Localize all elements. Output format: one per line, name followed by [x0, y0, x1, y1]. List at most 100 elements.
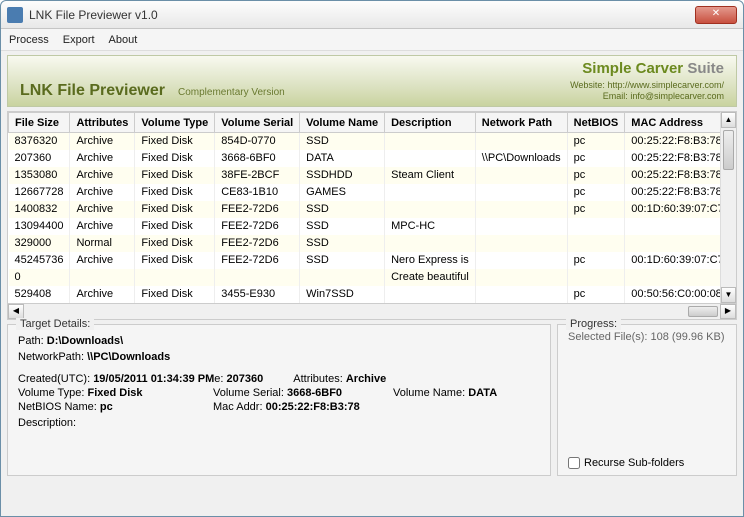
- cell-fs: 13094400: [9, 218, 70, 235]
- cell-np: [475, 167, 567, 184]
- cell-ma: 00:25:22:F8:B3:78: [625, 133, 720, 150]
- col-attributes[interactable]: Attributes: [70, 113, 135, 133]
- col-file-size[interactable]: File Size: [9, 113, 70, 133]
- cell-vs: 3668-6BF0: [215, 150, 300, 167]
- cell-de: MPC-HC: [385, 218, 476, 235]
- table-row[interactable]: 13094400ArchiveFixed DiskFEE2-72D6SSDMPC…: [9, 218, 721, 235]
- progress-legend: Progress:: [566, 318, 621, 330]
- cell-ma: 00:25:22:F8:B3:78: [625, 150, 720, 167]
- cell-fs: 12667728: [9, 184, 70, 201]
- cell-vn: SSD: [300, 235, 385, 252]
- cell-vn: SSD: [300, 218, 385, 235]
- cell-vs: CE83-1B10: [215, 184, 300, 201]
- cell-at: [70, 269, 135, 286]
- cell-ma: 00:1D:60:39:07:C7: [625, 252, 720, 269]
- banner-links: Website: http://www.simplecarver.com/ Em…: [570, 80, 724, 102]
- scroll-right-icon[interactable]: ▶: [720, 304, 736, 319]
- cell-vs: FEE2-72D6: [215, 218, 300, 235]
- cell-nb: pc: [567, 167, 625, 184]
- cell-ma: 00:25:22:F8:B3:78: [625, 167, 720, 184]
- target-volser: 3668-6BF0: [287, 387, 342, 399]
- col-network-path[interactable]: Network Path: [475, 113, 567, 133]
- scroll-down-icon[interactable]: ▼: [721, 287, 736, 303]
- table-row[interactable]: 12667728ArchiveFixed DiskCE83-1B10GAMESp…: [9, 184, 721, 201]
- table-row[interactable]: 329000NormalFixed DiskFEE2-72D6SSD: [9, 235, 721, 252]
- cell-np: [475, 235, 567, 252]
- vertical-scrollbar[interactable]: ▲ ▼: [720, 112, 736, 303]
- table-row[interactable]: 207360ArchiveFixed Disk3668-6BF0DATA\\PC…: [9, 150, 721, 167]
- app-icon: [7, 7, 23, 23]
- table-scroll[interactable]: File Size Attributes Volume Type Volume …: [8, 112, 720, 303]
- cell-vt: Fixed Disk: [135, 252, 215, 269]
- cell-at: Archive: [70, 133, 135, 150]
- cell-ma: 00:25:22:F8:B3:78: [625, 184, 720, 201]
- target-mac: 00:25:22:F8:B3:78: [266, 401, 360, 413]
- target-volname: DATA: [468, 387, 497, 399]
- recurse-checkbox[interactable]: [568, 457, 580, 469]
- cell-ma: [625, 269, 720, 286]
- website-link[interactable]: http://www.simplecarver.com/: [607, 80, 724, 90]
- cell-nb: pc: [567, 286, 625, 303]
- table-row[interactable]: 1353080ArchiveFixed Disk38FE-2BCFSSDHDDS…: [9, 167, 721, 184]
- table-row[interactable]: 0Create beautiful: [9, 269, 721, 286]
- cell-nb: pc: [567, 150, 625, 167]
- col-volume-name[interactable]: Volume Name: [300, 113, 385, 133]
- cell-np: [475, 201, 567, 218]
- window: LNK File Previewer v1.0 ✕ Process Export…: [0, 0, 744, 517]
- col-volume-serial[interactable]: Volume Serial: [215, 113, 300, 133]
- cell-nb: pc: [567, 201, 625, 218]
- cell-at: Archive: [70, 167, 135, 184]
- target-created: 19/05/2011 01:34:39 PM: [93, 373, 214, 385]
- cell-de: Create beautiful: [385, 269, 476, 286]
- cell-nb: [567, 218, 625, 235]
- scroll-thumb[interactable]: [723, 130, 734, 170]
- scroll-up-icon[interactable]: ▲: [721, 112, 736, 128]
- cell-np: \\PC\Downloads: [475, 150, 567, 167]
- col-mac[interactable]: MAC Address: [625, 113, 720, 133]
- table-row[interactable]: 8376320ArchiveFixed Disk854D-0770SSDpc00…: [9, 133, 721, 150]
- target-attr: Archive: [346, 373, 386, 385]
- hscroll-thumb[interactable]: [688, 306, 718, 317]
- banner-subtitle: Complementary Version: [178, 87, 285, 98]
- target-details-panel: Target Details: Path: D:\Downloads\ Netw…: [7, 324, 551, 476]
- cell-at: Archive: [70, 201, 135, 218]
- target-desc-label: Description:: [18, 417, 76, 429]
- cell-vt: [135, 269, 215, 286]
- cell-ma: [625, 235, 720, 252]
- recurse-label: Recurse Sub-folders: [584, 457, 684, 469]
- cell-vt: Fixed Disk: [135, 235, 215, 252]
- cell-np: [475, 218, 567, 235]
- col-netbios[interactable]: NetBIOS: [567, 113, 625, 133]
- email-link[interactable]: info@simplecarver.com: [630, 91, 724, 101]
- cell-vt: Fixed Disk: [135, 286, 215, 303]
- cell-de: [385, 133, 476, 150]
- cell-fs: 329000: [9, 235, 70, 252]
- col-volume-type[interactable]: Volume Type: [135, 113, 215, 133]
- target-size: 207360: [227, 373, 264, 385]
- cell-np: [475, 269, 567, 286]
- scroll-left-icon[interactable]: ◀: [8, 304, 24, 319]
- menu-export[interactable]: Export: [63, 34, 95, 46]
- cell-np: [475, 252, 567, 269]
- cell-fs: 8376320: [9, 133, 70, 150]
- table-header-row: File Size Attributes Volume Type Volume …: [9, 113, 721, 133]
- table-row[interactable]: 529408ArchiveFixed Disk3455-E930Win7SSDp…: [9, 286, 721, 303]
- table-container: File Size Attributes Volume Type Volume …: [7, 111, 737, 320]
- progress-status: Selected File(s): 108 (99.96 KB): [568, 331, 726, 343]
- cell-vt: Fixed Disk: [135, 201, 215, 218]
- cell-np: [475, 184, 567, 201]
- horizontal-scrollbar[interactable]: ◀ ▶: [7, 304, 737, 320]
- cell-ma: 00:50:56:C0:00:08: [625, 286, 720, 303]
- cell-vn: SSD: [300, 201, 385, 218]
- menu-process[interactable]: Process: [9, 34, 49, 46]
- titlebar[interactable]: LNK File Previewer v1.0 ✕: [1, 1, 743, 29]
- cell-ma: [625, 218, 720, 235]
- col-description[interactable]: Description: [385, 113, 476, 133]
- cell-nb: pc: [567, 252, 625, 269]
- cell-vn: SSD: [300, 133, 385, 150]
- close-button[interactable]: ✕: [695, 6, 737, 24]
- menu-about[interactable]: About: [109, 34, 138, 46]
- cell-vs: 3455-E930: [215, 286, 300, 303]
- table-row[interactable]: 1400832ArchiveFixed DiskFEE2-72D6SSDpc00…: [9, 201, 721, 218]
- table-row[interactable]: 45245736ArchiveFixed DiskFEE2-72D6SSDNer…: [9, 252, 721, 269]
